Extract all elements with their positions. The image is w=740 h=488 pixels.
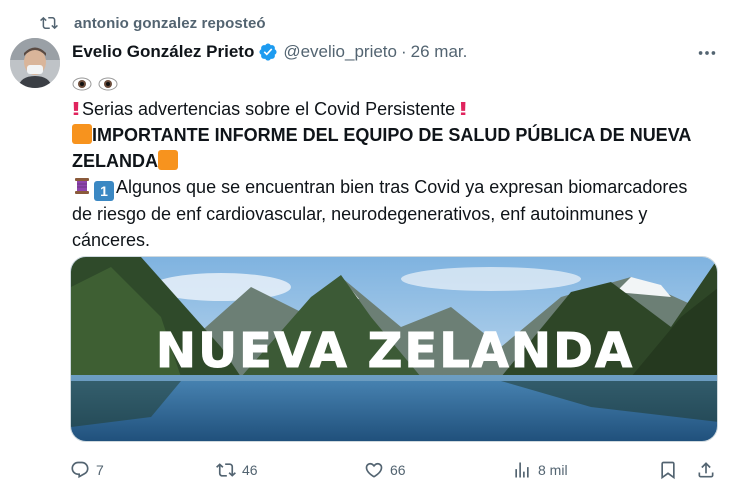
views-icon <box>515 462 529 478</box>
repost-button[interactable]: 46 <box>216 460 258 480</box>
landscape-image: NUEVA ZELANDA <box>71 257 717 441</box>
tweet-line-1-text: Serias advertencias sobre el Covid Persi… <box>82 99 456 119</box>
like-icon <box>365 462 383 478</box>
repost-indicator[interactable]: antonio gonzalez reposteó <box>40 12 266 34</box>
repost-action-icon <box>216 463 236 477</box>
tweet-line-1: !! Serias advertencias sobre el Covid Per… <box>72 96 722 122</box>
share-icon <box>698 462 714 478</box>
avatar[interactable] <box>10 38 60 88</box>
tweet-text: !! Serias advertencias sobre el Covid Per… <box>72 70 722 253</box>
repost-label: antonio gonzalez reposteó <box>74 14 266 32</box>
tweet-line-6-text: cánceres. <box>72 230 151 250</box>
tweet-line-3-text: ZELANDA <box>72 151 158 171</box>
more-icon[interactable] <box>696 42 718 64</box>
views-button[interactable]: 8 mil <box>512 460 568 480</box>
like-button[interactable]: 66 <box>364 460 406 480</box>
reply-count: 7 <box>96 462 104 478</box>
media-overlay-text: NUEVA ZELANDA <box>156 323 634 379</box>
tweet-media-image[interactable]: NUEVA ZELANDA <box>70 256 718 442</box>
tweet-line-2-text: IMPORTANTE INFORME DEL EQUIPO DE SALUD P… <box>92 125 692 145</box>
tweet-line-3: ZELANDA <box>72 148 722 174</box>
tweet-line-6: cánceres. <box>72 227 722 253</box>
separator-dot: · <box>400 42 407 61</box>
tweet-line-4: 1 Algunos que se encuentran bien tras Cov… <box>72 174 722 201</box>
double-exclamation-icon: !! <box>72 99 80 119</box>
reply-icon <box>71 461 89 479</box>
author-name[interactable]: Evelio González Prieto <box>72 42 254 62</box>
orange-square-icon <box>158 150 178 170</box>
tweet-line-5: de riesgo de enf cardiovascular, neurode… <box>72 201 722 227</box>
author-handle[interactable]: @evelio_prieto <box>283 42 397 62</box>
bookmark-button[interactable] <box>658 460 684 480</box>
avatar-image <box>10 38 60 88</box>
eye-emoji-icon <box>72 77 92 91</box>
tweet-header: Evelio González Prieto @evelio_prieto · … <box>72 40 726 64</box>
repost-count: 46 <box>242 462 258 478</box>
repost-icon <box>40 16 58 30</box>
keycap-one-icon: 1 <box>94 181 114 201</box>
double-exclamation-icon: !! <box>459 99 467 119</box>
orange-square-icon <box>72 124 92 144</box>
tweet-line-4-text: Algunos que se encuentran bien tras Covi… <box>116 177 688 197</box>
like-count: 66 <box>390 462 406 478</box>
bookmark-icon <box>661 461 675 480</box>
tweet-line-5-text: de riesgo de enf cardiovascular, neurode… <box>72 204 648 224</box>
reply-button[interactable]: 7 <box>70 460 104 480</box>
tweet-line-2: IMPORTANTE INFORME DEL EQUIPO DE SALUD P… <box>72 122 722 148</box>
thread-spool-icon <box>75 178 89 194</box>
verified-icon <box>259 43 277 61</box>
tweet-actions: 7 46 66 8 mil <box>70 456 720 484</box>
eye-emoji-icon <box>98 77 118 91</box>
views-count: 8 mil <box>538 462 568 478</box>
tweet-date[interactable]: 26 mar. <box>411 42 468 62</box>
eyes-line <box>72 70 722 96</box>
share-button[interactable] <box>696 460 722 480</box>
